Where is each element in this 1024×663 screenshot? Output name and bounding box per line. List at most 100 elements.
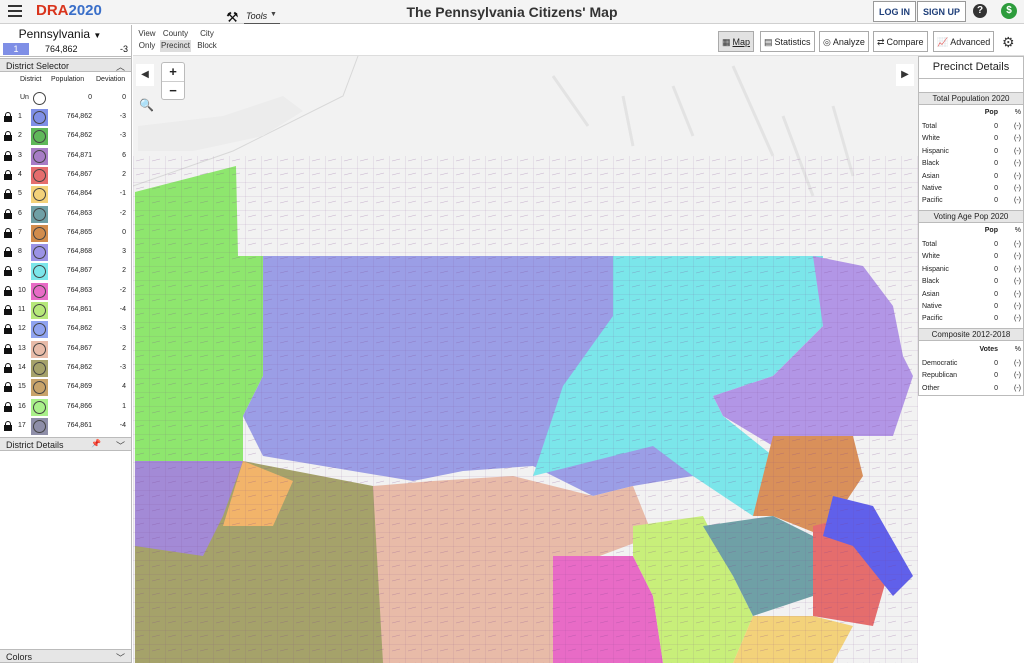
zoom-in-button[interactable]: + <box>162 63 184 81</box>
district-row[interactable]: 4 764,867 2 <box>0 166 131 185</box>
circle-icon <box>33 226 46 240</box>
pin-icon[interactable]: 📌 <box>91 439 101 448</box>
lock-icon[interactable] <box>4 285 12 296</box>
caret-down-icon[interactable]: ▼ <box>270 11 277 18</box>
colors-header[interactable]: Colors ﹀ <box>0 649 131 663</box>
district-row[interactable]: 5 764,864 -1 <box>0 185 131 204</box>
lock-icon[interactable] <box>4 382 12 393</box>
district-color[interactable] <box>31 282 48 300</box>
district-color[interactable] <box>31 147 48 165</box>
district-color[interactable] <box>31 128 48 146</box>
lock-icon[interactable] <box>4 131 12 142</box>
tools-dropdown[interactable]: Tools <box>246 11 267 21</box>
collapse-right-icon[interactable]: ▶ <box>896 64 914 86</box>
lock-icon[interactable] <box>4 208 12 219</box>
circle-icon <box>33 342 46 356</box>
stat-pct: (-) <box>1014 303 1021 310</box>
map-canvas[interactable] <box>133 56 918 663</box>
lock-icon[interactable] <box>4 266 12 277</box>
menu-icon[interactable] <box>8 5 22 17</box>
logo[interactable]: DRA2020 <box>36 2 102 19</box>
district-color[interactable] <box>31 340 48 358</box>
district-row[interactable]: 2 764,862 -3 <box>0 127 131 146</box>
map-button[interactable]: ▦ Map <box>718 31 755 52</box>
district-color[interactable] <box>31 263 48 281</box>
circle-icon <box>33 419 46 433</box>
signup-button[interactable]: SIGN UP <box>917 1 967 22</box>
district-deviation: 2 <box>122 170 126 178</box>
state-dropdown[interactable]: Pennsylvania ▼ <box>0 27 120 41</box>
district-details-header[interactable]: District Details 📌 ﹀ <box>0 437 131 451</box>
stat-pct: (-) <box>1014 123 1021 130</box>
lock-icon[interactable] <box>4 150 12 161</box>
lock-icon[interactable] <box>4 112 12 122</box>
district-color[interactable] <box>31 321 48 339</box>
district-color[interactable] <box>31 379 48 397</box>
analyze-button[interactable]: ◎ Analyze <box>819 31 869 52</box>
district-row[interactable]: 3 764,871 6 <box>0 147 131 166</box>
district-row[interactable]: 9 764,867 2 <box>0 262 131 281</box>
circle-icon <box>33 323 46 337</box>
county-option[interactable]: County <box>160 28 191 40</box>
district-color[interactable] <box>31 244 48 262</box>
magnifier-icon[interactable]: 🔍 <box>139 98 154 112</box>
advanced-button[interactable]: 📈 Advanced <box>933 31 995 52</box>
tools-icon[interactable]: ⚒ <box>226 9 239 26</box>
precinct-option[interactable]: Precinct <box>160 40 191 52</box>
chevron-down-icon[interactable]: ﹀ <box>116 651 125 663</box>
city-block-toggle[interactable]: City Block <box>195 27 219 54</box>
lock-icon[interactable] <box>4 324 12 335</box>
district-row[interactable]: 11 764,861 -4 <box>0 301 131 320</box>
state-population: 764,862 <box>45 44 78 54</box>
lock-icon[interactable] <box>4 305 12 315</box>
donate-icon[interactable]: $ <box>1001 3 1017 19</box>
statistics-button[interactable]: ▤ Statistics <box>760 31 815 52</box>
county-precinct-toggle[interactable]: County Precinct <box>160 27 191 54</box>
district-row[interactable]: 16 764,866 1 <box>0 398 131 417</box>
lock-icon[interactable] <box>4 169 12 180</box>
district-selector-header[interactable]: District Selector ︿ <box>0 58 131 72</box>
district-color[interactable] <box>31 398 48 416</box>
district-row[interactable]: 7 764,865 0 <box>0 224 131 243</box>
district-color[interactable] <box>31 224 48 242</box>
city-option[interactable]: City <box>195 28 219 40</box>
pennsylvania-district-map[interactable] <box>133 56 918 663</box>
chevron-up-icon[interactable]: ︿ <box>116 60 125 73</box>
district-color[interactable] <box>31 205 48 223</box>
district-row[interactable]: 15 764,869 4 <box>0 378 131 397</box>
lock-icon[interactable] <box>4 401 12 412</box>
district-color[interactable] <box>31 417 48 435</box>
district-color[interactable] <box>31 359 48 377</box>
district-deviation: -3 <box>119 113 126 120</box>
district-row[interactable]: 12 764,862 -3 <box>0 320 131 339</box>
view-only-toggle[interactable]: View Only <box>135 27 159 54</box>
circle-icon <box>33 149 46 163</box>
compare-button[interactable]: ⇄ Compare <box>873 31 928 52</box>
lock-icon[interactable] <box>4 343 12 354</box>
lock-icon[interactable] <box>4 362 12 373</box>
login-button[interactable]: LOG IN <box>873 1 916 22</box>
district-color[interactable] <box>31 166 48 184</box>
district-color[interactable] <box>31 109 48 126</box>
stat-label: Native <box>922 303 942 310</box>
district-row[interactable]: 13 764,867 2 <box>0 340 131 359</box>
district-row[interactable]: 17 764,861 -4 <box>0 417 131 436</box>
district-row[interactable]: 8 764,868 3 <box>0 243 131 262</box>
lock-icon[interactable] <box>4 420 12 431</box>
collapse-left-icon[interactable]: ◀ <box>136 64 154 86</box>
lock-icon[interactable] <box>4 189 12 200</box>
district-row[interactable]: 6 764,863 -2 <box>0 205 131 224</box>
district-row-unassigned[interactable]: Un 0 0 <box>0 89 131 108</box>
lock-icon[interactable] <box>4 227 12 238</box>
chevron-down-icon[interactable]: ﹀ <box>116 439 125 452</box>
zoom-out-button[interactable]: − <box>162 82 184 100</box>
district-color[interactable] <box>31 302 48 319</box>
district-row[interactable]: 14 764,862 -3 <box>0 359 131 378</box>
block-option[interactable]: Block <box>195 40 219 52</box>
district-row[interactable]: 10 764,863 -2 <box>0 282 131 301</box>
district-row[interactable]: 1 764,862 -3 <box>0 108 131 127</box>
lock-icon[interactable] <box>4 247 12 258</box>
district-color[interactable] <box>31 186 48 204</box>
help-icon[interactable]: ? <box>973 4 987 18</box>
gear-icon[interactable]: ⚙ <box>1002 34 1015 51</box>
